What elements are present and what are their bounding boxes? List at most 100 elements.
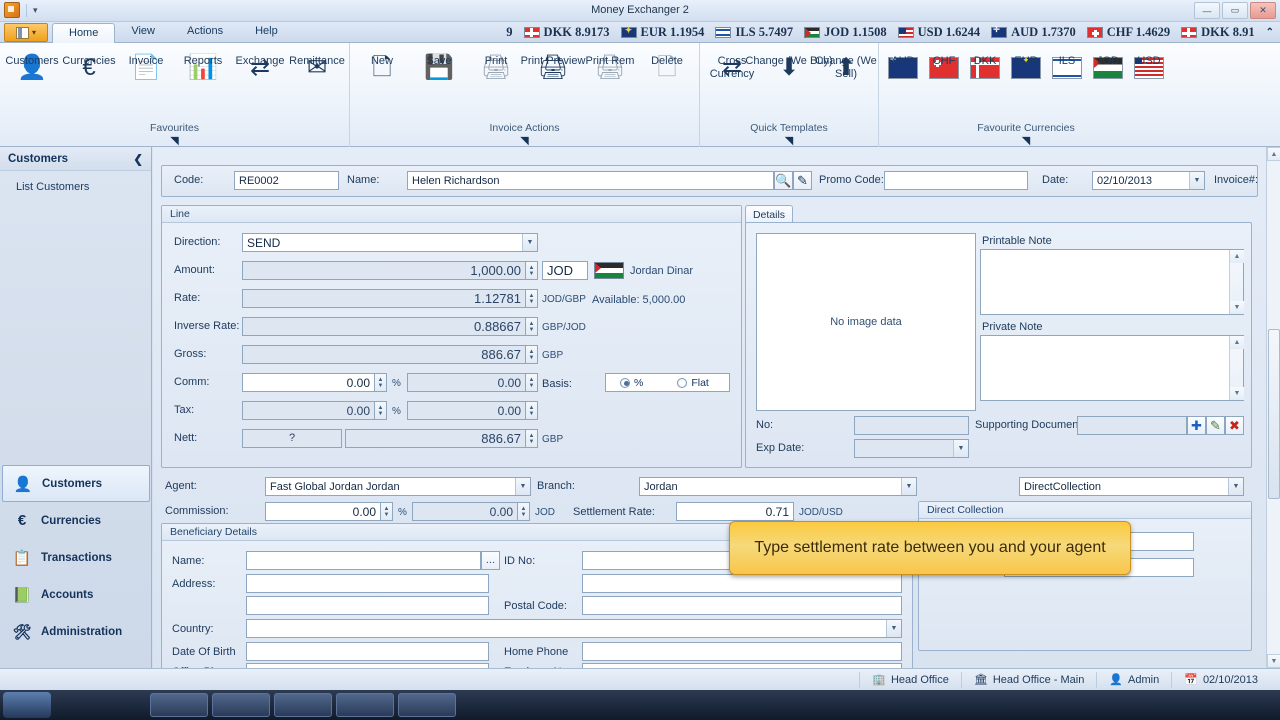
branch-select[interactable]: Jordan ▼ [639, 477, 917, 496]
ribbon-button-save[interactable]: 💾 Save [411, 47, 467, 85]
beneficiary-dob-input[interactable] [246, 642, 489, 661]
currency-code-input[interactable] [542, 261, 588, 280]
sidebar-item-currencies[interactable]: € Currencies [2, 502, 150, 539]
ribbon-button-print-rem[interactable]: 🖨 Print Rem [582, 47, 638, 85]
dialog-launcher-icon[interactable]: ◥ [520, 134, 528, 147]
tab-actions[interactable]: Actions [171, 22, 239, 43]
ribbon-button-customers[interactable]: 👤 Customers [4, 47, 60, 85]
ticker-collapse-icon[interactable]: ⌃ [1266, 27, 1274, 38]
scroll-up-icon[interactable]: ▲ [1267, 147, 1280, 161]
taskbar-item[interactable] [212, 693, 270, 717]
chevron-down-icon[interactable]: ▼ [901, 478, 916, 495]
beneficiary-home-phone-input[interactable] [582, 642, 902, 661]
taskbar-item[interactable] [274, 693, 332, 717]
basis-radio-group[interactable]: % Flat [605, 373, 730, 392]
amount-spinner[interactable]: ▲ ▼ [526, 261, 538, 280]
private-note-textarea[interactable]: ▲ ▼ [980, 335, 1244, 401]
ribbon-button-dkk[interactable]: DKK [965, 47, 1005, 80]
method-dropdown[interactable]: DirectCollection ▼ [1019, 477, 1244, 496]
minimize-button[interactable]: — [1194, 2, 1220, 19]
beneficiary-postal-input[interactable] [582, 596, 902, 615]
sidebar-item-transactions[interactable]: 📋 Transactions [2, 539, 150, 576]
collapse-icon[interactable]: ❮ [133, 152, 143, 166]
beneficiary-address-right1[interactable] [582, 574, 902, 593]
sidebar-item-administration[interactable]: 🛠 Administration [2, 613, 150, 650]
ellipsis-browse-icon[interactable]: … [481, 551, 500, 570]
taskbar-item[interactable] [398, 693, 456, 717]
dialog-launcher-icon[interactable]: ◥ [785, 134, 793, 147]
chevron-down-icon[interactable]: ▼ [1228, 478, 1243, 495]
ribbon-button-chf[interactable]: CHF [924, 47, 964, 80]
ribbon-button-print[interactable]: 🖨 Print [468, 47, 524, 85]
chevron-down-icon[interactable]: ▼ [1189, 172, 1204, 189]
edit-customer-icon[interactable]: ✎ [793, 171, 812, 190]
rate-spinner[interactable]: ▲ ▼ [526, 289, 538, 308]
tab-view[interactable]: View [115, 22, 171, 43]
ribbon-button-delete[interactable]: 🗋 Delete [639, 47, 695, 85]
tab-help[interactable]: Help [239, 22, 294, 43]
name-input[interactable] [407, 171, 774, 190]
settlement-rate-input[interactable] [676, 502, 794, 521]
beneficiary-address-line1[interactable] [246, 574, 489, 593]
printable-note-textarea[interactable]: ▲ ▼ [980, 249, 1244, 315]
beneficiary-address-line2[interactable] [246, 596, 489, 615]
ribbon-button-aud[interactable]: AUD [883, 47, 923, 80]
chevron-down-icon[interactable]: ▼ [515, 478, 530, 495]
main-vertical-scrollbar[interactable]: ▲ ▼ [1266, 147, 1280, 668]
close-button[interactable]: ✕ [1250, 2, 1276, 19]
doc-no-input[interactable] [854, 416, 969, 435]
ribbon-button-reports[interactable]: 📊 Reports [175, 47, 231, 85]
add-plus-icon[interactable]: ✚ [1187, 416, 1206, 435]
ribbon-button-usd[interactable]: USD [1129, 47, 1169, 80]
taskbar-item[interactable] [150, 693, 208, 717]
agent-select[interactable]: Fast Global Jordan Jordan ▼ [265, 477, 531, 496]
beneficiary-name-input[interactable] [246, 551, 481, 570]
tab-home[interactable]: Home [52, 23, 116, 43]
scrollbar-thumb[interactable] [1268, 329, 1280, 499]
start-button[interactable] [3, 692, 51, 718]
search-icon[interactable]: 🔍 [774, 171, 793, 190]
chevron-down-icon[interactable]: ▼ [886, 620, 901, 637]
private-note-scrollbar[interactable]: ▲ ▼ [1229, 336, 1244, 400]
comm-percent-input[interactable] [242, 373, 375, 392]
ribbon-button-change-we-buy[interactable]: ⬇ Change (We Buy) [745, 47, 832, 85]
ribbon-button-jod[interactable]: JOD [1088, 47, 1128, 80]
chevron-down-icon[interactable]: ▼ [953, 440, 968, 457]
comm-percent-spinner[interactable]: ▲ ▼ [375, 373, 387, 392]
ribbon-button-exchange[interactable]: ⇄ Exchange [232, 47, 288, 85]
taskbar-item[interactable] [336, 693, 394, 717]
ribbon-button-change-we-sell[interactable]: ⬆ Change (We Sell) [815, 47, 877, 85]
ribbon-button-invoice[interactable]: 📄 Invoice [118, 47, 174, 85]
ribbon-button-currencies[interactable]: € Currencies [61, 47, 117, 85]
scroll-down-icon[interactable]: ▼ [1230, 301, 1244, 314]
sidebar-item-customers[interactable]: 👤 Customers [2, 465, 150, 502]
scroll-down-icon[interactable]: ▼ [1230, 387, 1244, 400]
maximize-button[interactable]: ▭ [1222, 2, 1248, 19]
agent-commission-percent-input[interactable] [265, 502, 381, 521]
direction-select[interactable]: SEND ▼ [242, 233, 538, 252]
code-input[interactable] [234, 171, 339, 190]
sidebar-item-accounts[interactable]: 📗 Accounts [2, 576, 150, 613]
exp-date-picker[interactable]: ▼ [854, 439, 969, 458]
ribbon-button-ils[interactable]: ILS [1047, 47, 1087, 80]
sidebar-item-list-customers[interactable]: List Customers [16, 179, 151, 195]
dialog-launcher-icon[interactable]: ◥ [1022, 134, 1030, 147]
ribbon-button-new[interactable]: 🗋 New [354, 47, 410, 85]
scroll-up-icon[interactable]: ▲ [1230, 336, 1244, 349]
supporting-document-input[interactable] [1077, 416, 1187, 435]
amount-input[interactable] [242, 261, 526, 280]
scroll-down-icon[interactable]: ▼ [1267, 654, 1280, 668]
basis-option-flat[interactable]: Flat [677, 377, 709, 389]
date-picker[interactable]: 02/10/2013 ▼ [1092, 171, 1205, 190]
printable-note-scrollbar[interactable]: ▲ ▼ [1229, 250, 1244, 314]
promo-code-input[interactable] [884, 171, 1028, 190]
agent-commission-spinner[interactable]: ▲ ▼ [381, 502, 393, 521]
application-menu-button[interactable]: ▾ [4, 23, 48, 42]
ribbon-button-print-preview[interactable]: 🖨 Print Preview [521, 47, 586, 85]
chevron-down-icon[interactable]: ▼ [522, 234, 537, 251]
ribbon-button-remittance[interactable]: ✉ Remittance [289, 47, 345, 85]
beneficiary-country-select[interactable]: ▼ [246, 619, 902, 638]
ribbon-button-eur[interactable]: EUR [1006, 47, 1046, 80]
dialog-launcher-icon[interactable]: ◥ [170, 134, 178, 147]
rate-input[interactable] [242, 289, 526, 308]
